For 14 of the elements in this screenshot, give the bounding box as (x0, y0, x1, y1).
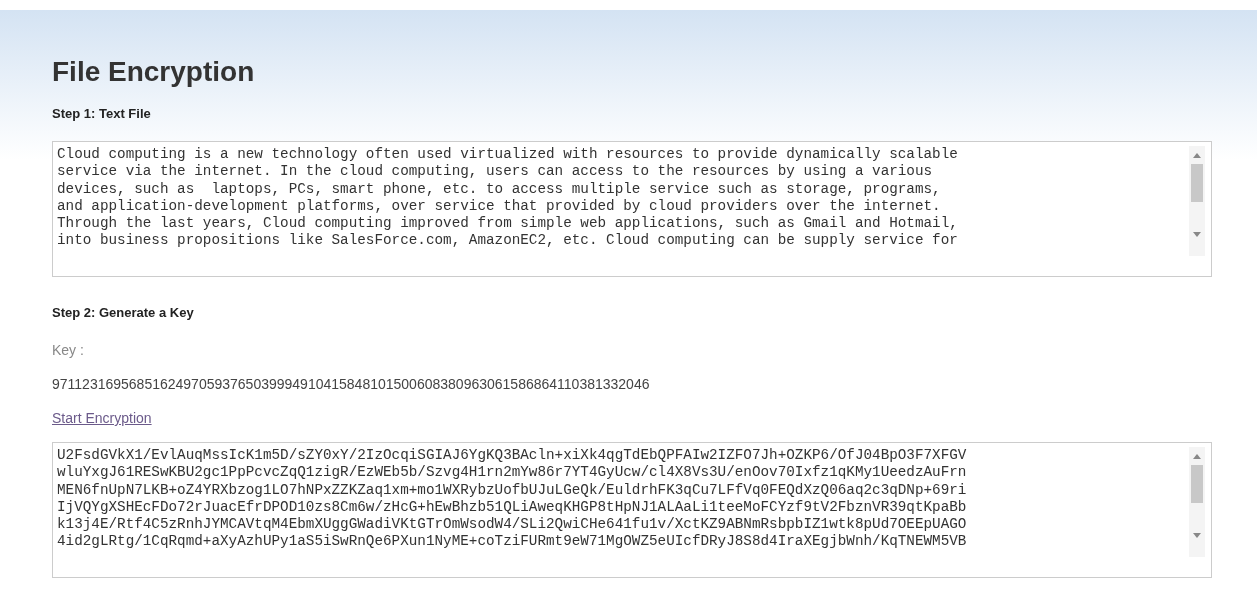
start-encryption-link[interactable]: Start Encryption (52, 410, 152, 426)
text-field[interactable]: Cloud computing is a new technology often used virtualized with resources to provide dynamically scalable service via the internet. In the cloud computing, users can access to the resources by using a various devices, such as laptops, PCs, smart phone, etc. to access multiple service such as storage, programs, and application-development platforms, over service that provided by cloud providers over the internet. Through the last years, Cloud computing improved from simple web applications, such as Gmail and Hotmail, into business propositions like SalesForce.com, AmazonEC2, etc. Cloud computing can be supply service for (52, 141, 1212, 277)
key-label: Key : (52, 342, 84, 358)
scroll-up-icon[interactable] (1193, 152, 1201, 158)
scroll-up-icon[interactable] (1193, 453, 1201, 459)
step-heading: Step 2: Generate a Key (52, 305, 194, 320)
step-heading: Step 1: Text File (52, 106, 151, 121)
scroll-down-icon[interactable] (1193, 533, 1201, 539)
scroll-down-icon[interactable] (1193, 232, 1201, 238)
scrollbar[interactable] (1189, 447, 1205, 557)
key-value: 97112316956851624970593765039994910415848101500608380963061586864110381332046 (52, 376, 650, 392)
scrollbar[interactable] (1189, 146, 1205, 256)
ciphertext-field[interactable]: U2FsdGVkX1/EvlAuqMssIcK1m5D/sZY0xY/2IzOcqiSGIAJ6YgKQ3BAcln+xiXk4qgTdEbQPFAIw2IZFO7Jh+OZKP6/OfJ04BpO3F7XFGV wluYxgJ61RESwKBU2gc1PpPcvcZqQ1zigR/EzWEb5b/Szvg4H1rn2mYw86r7YT4GyUcw/cl4X8Vs3U/enOov70Ixfz1qKMy1UeedzAuFrn MEN6fnUpN7LKB+oZ4YRXbzog1LO7hNPxZZKZaq1xm+mo1WXRybzUofbUJuLGeQk/EuldrhFK3qCu7LFfVq0FEQdXzQ06aq2c3qDNp+69ri IjVQYgXSHEcFDo72rJuacEfrDPOD10zs8Cm6w/zHcG+hEwBhzb51QLiAweqKHGP8tHpNJ1ALAaLi1teeMoFCYzf9tV2FbznVR39qtKpaBb k13j4E/Rtf4C5zRnhJYMCAVtqM4EbmXUggGWadiVKtGTrOmWsodW4/SLi2QwiCHe641fu1v/XctKZ9ABNmRsbpbIZ1wtk8pUd7OEEpUAGO 4id2gLRtg/1CqRqmd+aXyAzhUPy1aS5iSwRnQe6PXun1NyME+coTziFURmt9eW71MgOWZ5eUIcfDRyJ8S8d4IraXEgjbWnh/KqTNEWM5VB (52, 442, 1212, 578)
page-title: File Encryption (52, 55, 255, 89)
